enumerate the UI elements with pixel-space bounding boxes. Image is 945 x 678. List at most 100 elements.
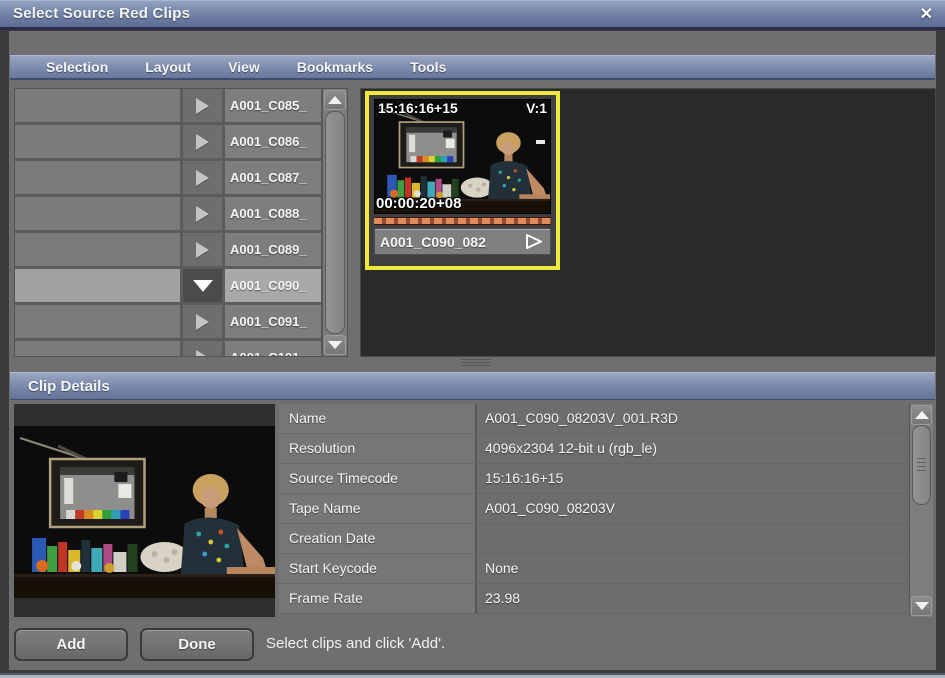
field-label: Creation Date <box>279 524 477 554</box>
details-thumbnail-image <box>14 426 275 598</box>
clip-row[interactable]: A001_C088_ <box>15 197 321 233</box>
expand-toggle[interactable] <box>183 197 225 230</box>
add-button[interactable]: Add <box>14 628 128 661</box>
expand-toggle[interactable] <box>183 233 225 266</box>
menu-bookmarks[interactable]: Bookmarks <box>297 59 373 75</box>
details-row: Tape Name A001_C090_08203V <box>279 494 909 524</box>
details-scrollbar[interactable] <box>909 404 933 617</box>
record-timecode-overlay: 00:00:20+08 <box>376 195 462 212</box>
preview-panel: 15:16:16+15 V:1 00:00:20+08 A001_C090_08… <box>360 88 936 357</box>
field-label: Source Timecode <box>279 464 477 494</box>
field-label: Start Keycode <box>279 554 477 584</box>
menu-layout[interactable]: Layout <box>145 59 191 75</box>
details-row: Name A001_C090_08203V_001.R3D <box>279 404 909 434</box>
scroll-up-button[interactable] <box>324 90 346 110</box>
details-row: Creation Date <box>279 524 909 554</box>
window-bottom-edge <box>0 673 945 678</box>
clip-row[interactable]: A001_C089_ <box>15 233 321 269</box>
up-arrow-icon <box>915 411 929 419</box>
scroll-down-button[interactable] <box>911 596 932 616</box>
clip-thumbnail[interactable]: 15:16:16+15 V:1 00:00:20+08 <box>374 99 551 214</box>
details-row: Resolution 4096x2304 12-bit u (rgb_le) <box>279 434 909 464</box>
expand-toggle[interactable] <box>183 341 225 357</box>
expand-toggle[interactable] <box>183 161 225 194</box>
clip-name: A001_C088_ <box>225 197 321 230</box>
close-icon[interactable]: ✕ <box>920 4 933 24</box>
clip-name: A001_C089_ <box>225 233 321 266</box>
details-row: Start Keycode None <box>279 554 909 584</box>
clip-name: A001_C087_ <box>225 161 321 194</box>
clip-name: A001_C085_ <box>225 89 321 122</box>
menu-bar: Selection Layout View Bookmarks Tools <box>10 55 935 80</box>
clip-list: A001_C085_ A001_C086_ A001_C087_ A001_C0… <box>14 88 348 357</box>
field-value: 15:16:16+15 <box>477 464 909 494</box>
footage-mark <box>536 140 545 144</box>
clip-name: A001_C086_ <box>225 125 321 158</box>
clip-rows: A001_C085_ A001_C086_ A001_C087_ A001_C0… <box>15 89 321 357</box>
panel-splitter-handle[interactable] <box>461 359 491 367</box>
selected-clip-tile[interactable]: 15:16:16+15 V:1 00:00:20+08 A001_C090_08… <box>365 91 560 270</box>
dialog-body: Selection Layout View Bookmarks Tools A0… <box>9 31 936 670</box>
menu-tools[interactable]: Tools <box>410 59 446 75</box>
down-arrow-icon <box>328 341 342 349</box>
clip-row[interactable]: A001_C086_ <box>15 125 321 161</box>
source-timecode-overlay: 15:16:16+15 <box>378 100 458 116</box>
collapsed-arrow-icon <box>196 206 209 222</box>
clip-label-bar: A001_C090_082 <box>374 228 551 255</box>
field-label: Resolution <box>279 434 477 464</box>
clip-row[interactable]: A001_C085_ <box>15 89 321 125</box>
field-value: 23.98 <box>477 584 909 614</box>
clip-row[interactable]: A001_C087_ <box>15 161 321 197</box>
title-bar: Select Source Red Clips ✕ <box>0 0 945 30</box>
clip-row[interactable]: A001_C101_ <box>15 341 321 357</box>
play-icon[interactable] <box>523 233 545 250</box>
done-button[interactable]: Done <box>140 628 254 661</box>
expand-toggle[interactable] <box>183 125 225 158</box>
collapsed-arrow-icon <box>196 134 209 150</box>
scroll-up-button[interactable] <box>911 405 932 425</box>
expand-toggle[interactable] <box>183 305 225 338</box>
field-label: Frame Rate <box>279 584 477 614</box>
scrollbar-thumb[interactable] <box>912 425 931 505</box>
collapsed-arrow-icon <box>196 242 209 258</box>
field-value: None <box>477 554 909 584</box>
collapsed-arrow-icon <box>196 350 209 358</box>
scrollbar-thumb[interactable] <box>325 111 345 334</box>
details-table: Name A001_C090_08203V_001.R3D Resolution… <box>279 404 909 614</box>
expanded-arrow-icon <box>193 280 213 292</box>
expand-toggle[interactable] <box>183 269 225 302</box>
clip-name: A001_C091_ <box>225 305 321 338</box>
collapsed-arrow-icon <box>196 314 209 330</box>
window-title: Select Source Red Clips <box>13 5 190 22</box>
clip-row[interactable]: A001_C091_ <box>15 305 321 341</box>
clip-name: A001_C090_ <box>225 269 321 302</box>
menu-selection[interactable]: Selection <box>46 59 108 75</box>
down-arrow-icon <box>915 602 929 610</box>
details-thumbnail <box>14 404 275 617</box>
field-value: A001_C090_08203V <box>477 494 909 524</box>
field-value: 4096x2304 12-bit u (rgb_le) <box>477 434 909 464</box>
menu-view[interactable]: View <box>228 59 260 75</box>
video-track-overlay: V:1 <box>526 100 547 116</box>
status-message: Select clips and click 'Add'. <box>266 635 445 652</box>
field-value <box>477 524 909 554</box>
clip-label-text: A001_C090_082 <box>380 234 486 250</box>
collapsed-arrow-icon <box>196 98 209 114</box>
details-row: Source Timecode 15:16:16+15 <box>279 464 909 494</box>
clip-details-title: Clip Details <box>28 378 110 395</box>
field-value: A001_C090_08203V_001.R3D <box>477 404 909 434</box>
scroll-down-button[interactable] <box>324 335 346 355</box>
collapsed-arrow-icon <box>196 170 209 186</box>
field-label: Name <box>279 404 477 434</box>
clip-details-panel: Name A001_C090_08203V_001.R3D Resolution… <box>10 401 935 620</box>
clip-list-scrollbar[interactable] <box>321 89 347 356</box>
expand-toggle[interactable] <box>183 89 225 122</box>
clip-timeline-strip <box>374 217 551 225</box>
clip-name: A001_C101_ <box>225 341 321 357</box>
thumb-grip <box>917 458 926 472</box>
details-row: Frame Rate 23.98 <box>279 584 909 614</box>
clip-details-header: Clip Details <box>10 372 935 400</box>
up-arrow-icon <box>328 96 342 104</box>
field-label: Tape Name <box>279 494 477 524</box>
clip-row-selected[interactable]: A001_C090_ <box>15 269 321 305</box>
